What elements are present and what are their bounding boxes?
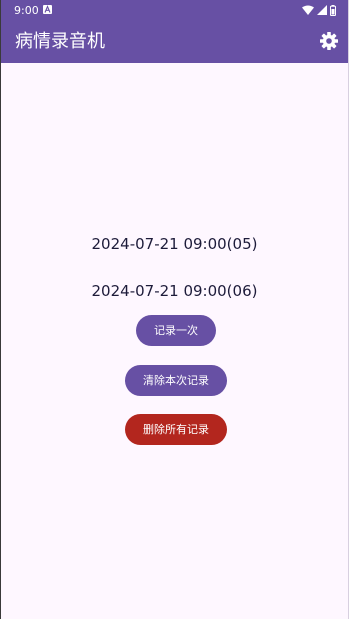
app-header: 9:00 病情录音机 [1, 0, 348, 63]
record-entry: 2024-07-21 09:00(05) [91, 235, 258, 253]
app-screen: 9:00 病情录音机 2024-07-21 09:00(05) 2024-07-… [0, 0, 349, 619]
record-once-button[interactable]: 记录一次 [136, 315, 216, 346]
status-icons [302, 4, 336, 16]
settings-button[interactable] [319, 31, 339, 51]
main-content: 2024-07-21 09:00(05) 2024-07-21 09:00(06… [1, 63, 348, 619]
status-bar: 9:00 [1, 0, 348, 22]
battery-icon [330, 4, 336, 16]
delete-all-records-button[interactable]: 删除所有记录 [125, 414, 227, 445]
clear-current-record-button[interactable]: 清除本次记录 [125, 365, 227, 396]
cellular-signal-icon [317, 5, 327, 15]
wifi-icon [302, 5, 314, 15]
gear-icon [319, 31, 339, 51]
status-time: 9:00 [14, 4, 39, 17]
a-notification-icon [43, 5, 52, 14]
app-title: 病情录音机 [15, 31, 105, 52]
record-entry: 2024-07-21 09:00(06) [91, 282, 258, 300]
